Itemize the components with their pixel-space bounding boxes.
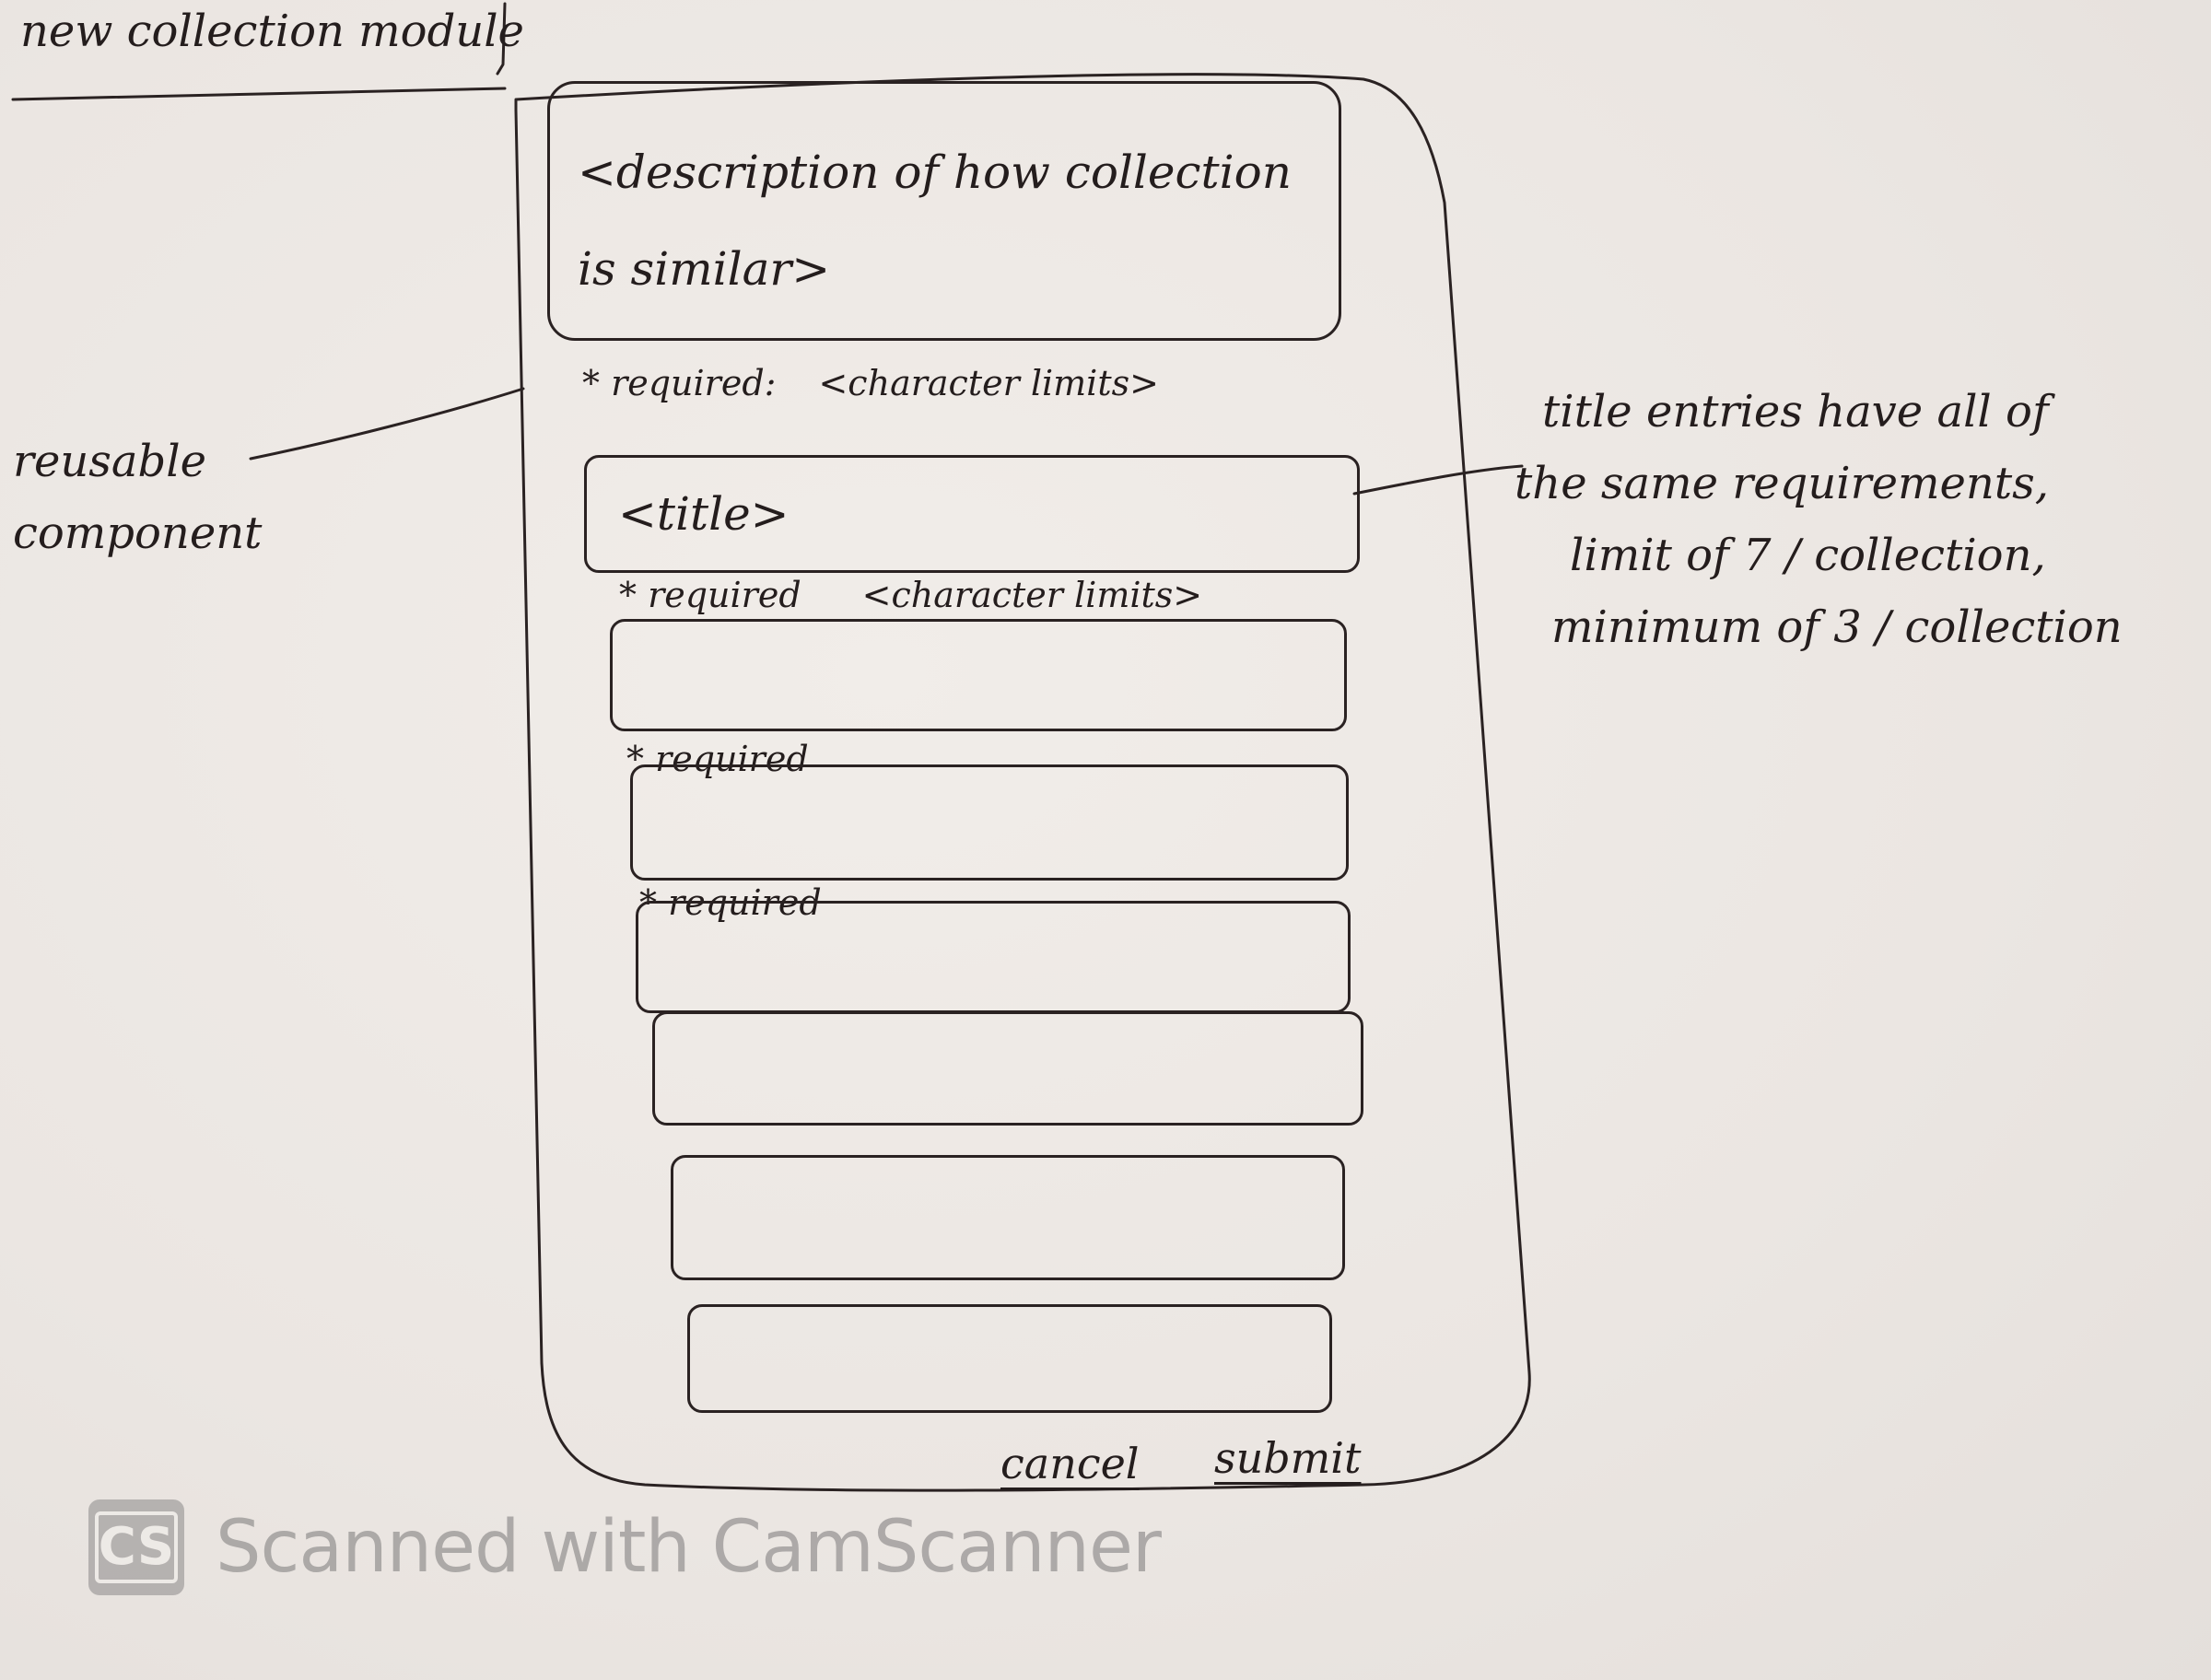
camscanner-logo-icon: CS — [88, 1499, 184, 1595]
reusable-connector-line — [249, 387, 525, 461]
title-requirements-note: title entries have all of the same requi… — [1511, 376, 2123, 663]
title-field-6[interactable] — [671, 1155, 1345, 1280]
title-note-line-4: minimum of 3 / collection — [1551, 601, 2123, 653]
camscanner-logo-text: CS — [94, 1511, 179, 1583]
description-limits-label: <character limits> — [818, 363, 1159, 403]
title-note-line-3: limit of 7 / collection, — [1570, 530, 2046, 581]
title-placeholder: <title> — [618, 487, 790, 541]
page-title: new collection module — [20, 6, 524, 57]
submit-button[interactable]: submit — [1214, 1433, 1362, 1483]
watermark-text: Scanned with CamScanner — [216, 1506, 1162, 1589]
camscanner-watermark: CS Scanned with CamScanner — [88, 1499, 1162, 1595]
title-1-required-note: * required <character limits> — [619, 575, 1202, 615]
title-field-3[interactable] — [630, 764, 1349, 881]
title-field-1[interactable]: <title> — [584, 455, 1360, 573]
title-note-line-1: title entries have all of — [1542, 386, 2049, 438]
title-note-connector-line — [1352, 464, 1524, 496]
title-1-required-label: * required — [619, 575, 801, 615]
title-underline — [11, 87, 507, 101]
description-textarea[interactable]: <description of how collection is simila… — [547, 81, 1341, 341]
title-field-5[interactable] — [652, 1011, 1363, 1126]
reusable-component-note: reusable component — [13, 436, 263, 559]
cancel-button[interactable]: cancel — [1000, 1439, 1140, 1488]
title-1-limits-label: <character limits> — [861, 575, 1203, 615]
title-field-4[interactable] — [636, 901, 1351, 1013]
description-required-note: * required: <character limits> — [582, 363, 1159, 403]
description-required-label: * required: — [582, 363, 777, 403]
title-field-7[interactable] — [687, 1304, 1332, 1413]
description-placeholder: <description of how collection is simila… — [578, 146, 1292, 296]
title-note-line-2: the same requirements, — [1515, 458, 2050, 509]
title-field-2[interactable] — [610, 619, 1347, 731]
